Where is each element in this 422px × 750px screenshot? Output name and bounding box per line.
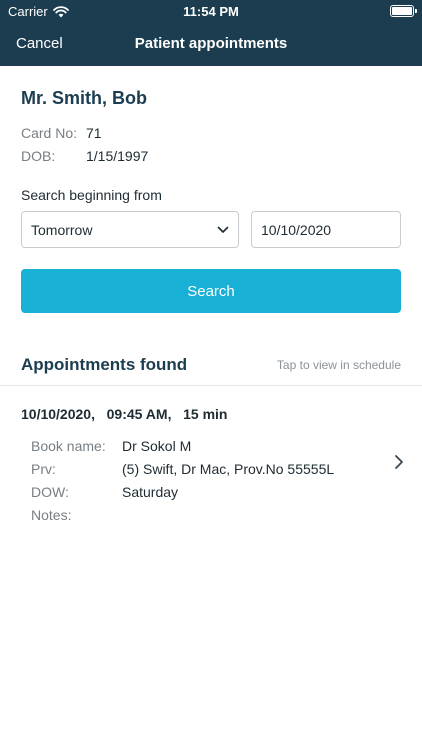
dow-label: DOW:: [31, 483, 69, 500]
dow-row: DOW: Saturday: [21, 480, 401, 503]
prv-row: Prv: (5) Swift, Dr Mac, Prov.No 55555L: [21, 457, 401, 480]
search-row: Tomorrow 10/10/2020: [0, 211, 422, 248]
battery-icon: [390, 5, 417, 17]
prv-label: Prv:: [31, 460, 56, 477]
chevron-right-icon[interactable]: [392, 454, 406, 470]
date-field[interactable]: 10/10/2020: [251, 211, 401, 248]
search-button[interactable]: Search: [21, 269, 401, 313]
card-label: Card No:: [21, 124, 78, 141]
notes-label: Notes:: [31, 506, 72, 523]
notes-row: Notes:: [21, 503, 401, 526]
navigation-bar: Cancel Patient appointments: [0, 22, 422, 66]
book-value: Dr Sokol M: [122, 437, 192, 454]
dob-label: DOB:: [21, 147, 56, 164]
chevron-down-icon: [217, 226, 229, 233]
status-time: 11:54 PM: [183, 4, 239, 19]
prv-value: (5) Swift, Dr Mac, Prov.No 55555L: [122, 460, 335, 477]
appointment-header: 10/10/2020, 09:45 AM, 15 min: [21, 406, 228, 422]
range-select-value: Tomorrow: [31, 221, 93, 238]
range-select[interactable]: Tomorrow: [21, 211, 239, 248]
results-header: Appointments found Tap to view in schedu…: [0, 355, 422, 375]
patient-name: Mr. Smith, Bob: [21, 88, 147, 108]
dob-row: DOB: 1/15/1997: [21, 144, 401, 167]
card-row: Card No: 71: [21, 121, 401, 144]
dow-value: Saturday: [122, 483, 179, 500]
top-bar: Carrier 11:54 PM Cancel Patient appointm…: [0, 0, 422, 66]
search-label: Search beginning from: [21, 187, 162, 203]
results-hint: Tap to view in schedule: [276, 358, 401, 372]
card-value: 71: [86, 124, 102, 141]
dob-value: 1/15/1997: [86, 147, 149, 164]
book-row: Book name: Dr Sokol M: [21, 434, 401, 457]
book-label: Book name:: [31, 437, 106, 454]
status-bar: Carrier 11:54 PM: [0, 0, 422, 22]
page-title: Patient appointments: [134, 35, 288, 52]
appointment-item[interactable]: 10/10/2020, 09:45 AM, 15 min Book name: …: [0, 386, 422, 526]
results-title: Appointments found: [21, 355, 188, 374]
date-field-value: 10/10/2020: [261, 221, 332, 238]
patient-info: Mr. Smith, Bob Card No: 71 DOB: 1/15/199…: [0, 66, 422, 167]
